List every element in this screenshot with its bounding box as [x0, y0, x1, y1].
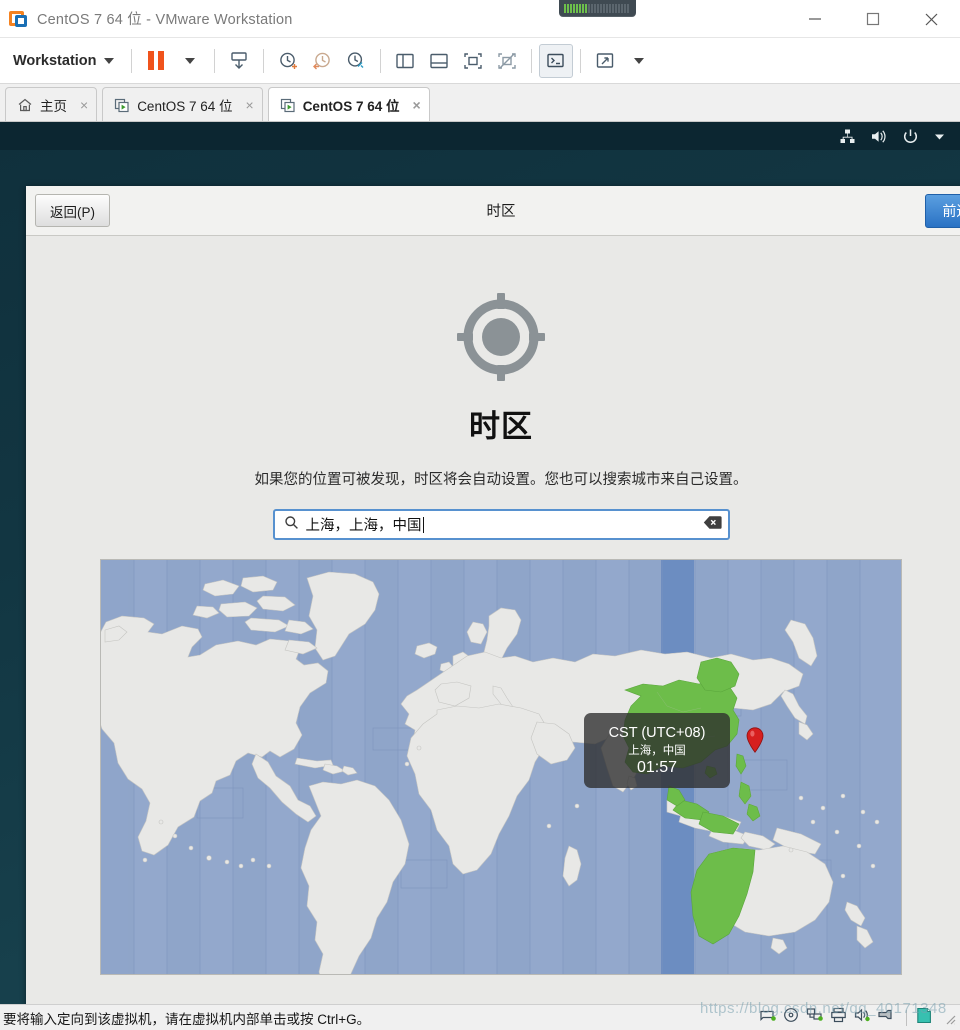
vm-icon: [280, 97, 296, 113]
toolbar-separator: [213, 48, 215, 73]
tab-close-icon[interactable]: ×: [412, 97, 420, 113]
note-icon[interactable]: [916, 1007, 932, 1029]
status-message: 要将输入定向到该虚拟机，请在虚拟机内部单击或按 Ctrl+G。: [3, 1011, 371, 1027]
led-strip-icon: [564, 4, 629, 13]
timezone-tooltip: CST (UTC+08) 上海，中国 01:57: [584, 713, 730, 788]
suspend-button[interactable]: [139, 44, 173, 78]
toolbar-separator: [530, 48, 532, 73]
page-subtitle: 如果您的位置可被发现，时区将会自动设置。您也可以搜索城市来自己设置。: [254, 472, 748, 488]
revert-snapshot-button[interactable]: [305, 44, 339, 78]
home-icon: [17, 97, 33, 113]
installer-header: 返回(P) 时区 前进(: [26, 186, 960, 236]
maximize-button[interactable]: [844, 0, 902, 38]
tooltip-time: 01:57: [636, 758, 678, 776]
world-map-svg: [101, 560, 901, 974]
show-thumbnails-button[interactable]: [422, 44, 456, 78]
network-adapter-icon[interactable]: [806, 1007, 824, 1028]
installer-body: 时区 如果您的位置可被发现，时区将会自动设置。您也可以搜索城市来自己设置。 上海…: [26, 236, 960, 1004]
vm-icon: [114, 97, 130, 113]
vmware-status-bar: 要将输入定向到该虚拟机，请在虚拟机内部单击或按 Ctrl+G。: [0, 1004, 960, 1030]
clear-icon[interactable]: [703, 515, 722, 535]
cd-dvd-icon[interactable]: [783, 1007, 800, 1028]
tab-close-icon[interactable]: ×: [80, 97, 88, 113]
anaconda-installer-window: 返回(P) 时区 前进(: [26, 186, 960, 1004]
tooltip-city: 上海，中国: [628, 744, 686, 757]
printer-icon[interactable]: [830, 1007, 848, 1028]
tab-strip: 主页 × CentOS 7 64 位 × CentOS 7 64 位 ×: [0, 84, 960, 122]
map-pin-icon: [746, 727, 764, 758]
tab-centos-1[interactable]: CentOS 7 64 位 ×: [102, 87, 263, 121]
take-snapshot-button[interactable]: [271, 44, 305, 78]
toolbar-separator: [262, 48, 264, 73]
console-view-button[interactable]: [456, 44, 490, 78]
tab-label: CentOS 7 64 位: [302, 98, 400, 114]
close-button[interactable]: [902, 0, 960, 38]
manage-snapshots-button[interactable]: [339, 44, 373, 78]
console-view-off-button[interactable]: [490, 44, 524, 78]
toolbar-separator: [379, 48, 381, 73]
title-bar: CentOS 7 64 位 - VMware Workstation: [0, 0, 960, 38]
page-heading: 时区: [469, 409, 533, 444]
chevron-down-icon: [184, 57, 195, 64]
power-icon[interactable]: [902, 128, 919, 145]
timezone-map[interactable]: CST (UTC+08) 上海，中国 01:57: [100, 559, 902, 975]
minimize-button[interactable]: [786, 0, 844, 38]
power-dropdown[interactable]: [173, 44, 207, 78]
vmware-workstation-window: CentOS 7 64 位 - VMware Workstation Works…: [0, 0, 960, 1030]
toolbar-separator: [130, 48, 132, 73]
next-button[interactable]: 前进(: [925, 193, 960, 228]
guest-screen[interactable]: 返回(P) 时区 前进(: [0, 122, 960, 1004]
unity-pin-widget[interactable]: [559, 0, 636, 17]
window-title: CentOS 7 64 位 - VMware Workstation: [37, 12, 293, 28]
location-target-icon: [455, 291, 547, 388]
city-search-input[interactable]: 上海，上海，中国: [272, 509, 730, 540]
search-icon: [284, 515, 299, 535]
chevron-down-icon: [633, 57, 644, 64]
network-icon[interactable]: [839, 128, 856, 145]
tab-home[interactable]: 主页 ×: [5, 87, 98, 121]
volume-icon[interactable]: [870, 128, 888, 145]
unity-dropdown[interactable]: [622, 44, 656, 78]
tab-label: CentOS 7 64 位: [137, 98, 233, 114]
toolbar-separator: [579, 48, 581, 73]
back-button[interactable]: 返回(P): [35, 194, 110, 227]
tab-centos-2[interactable]: CentOS 7 64 位 ×: [267, 87, 430, 121]
workstation-menu-label: Workstation: [13, 52, 97, 69]
window-controls: [786, 0, 960, 38]
workstation-menu-button[interactable]: Workstation: [0, 46, 124, 76]
terminal-console-button[interactable]: [538, 43, 573, 78]
resize-grip-icon[interactable]: [942, 1011, 956, 1025]
unity-mode-button[interactable]: [588, 44, 622, 78]
search-value: 上海，上海，中国: [305, 518, 422, 534]
text-cursor: [422, 516, 424, 533]
sound-card-icon[interactable]: [854, 1007, 871, 1028]
pause-icon: [147, 51, 164, 70]
hard-disk-icon[interactable]: [759, 1007, 777, 1028]
status-separator: [906, 1009, 907, 1026]
tooltip-zone: CST (UTC+08): [608, 724, 706, 741]
send-ctrl-alt-del-button[interactable]: [222, 44, 256, 78]
tab-label: 主页: [40, 98, 67, 114]
usb-icon[interactable]: [877, 1007, 897, 1028]
main-toolbar: Workstation: [0, 38, 960, 84]
vmware-logo-icon: [9, 9, 29, 29]
search-value-wrapper: 上海，上海，中国: [306, 514, 703, 535]
tab-close-icon[interactable]: ×: [246, 97, 254, 113]
chevron-down-icon[interactable]: [933, 130, 946, 143]
gnome-top-bar: [0, 122, 960, 150]
chevron-down-icon: [103, 57, 114, 64]
page-title: 时区: [486, 204, 516, 220]
show-library-button[interactable]: [388, 44, 422, 78]
status-device-icons: [759, 1007, 956, 1029]
